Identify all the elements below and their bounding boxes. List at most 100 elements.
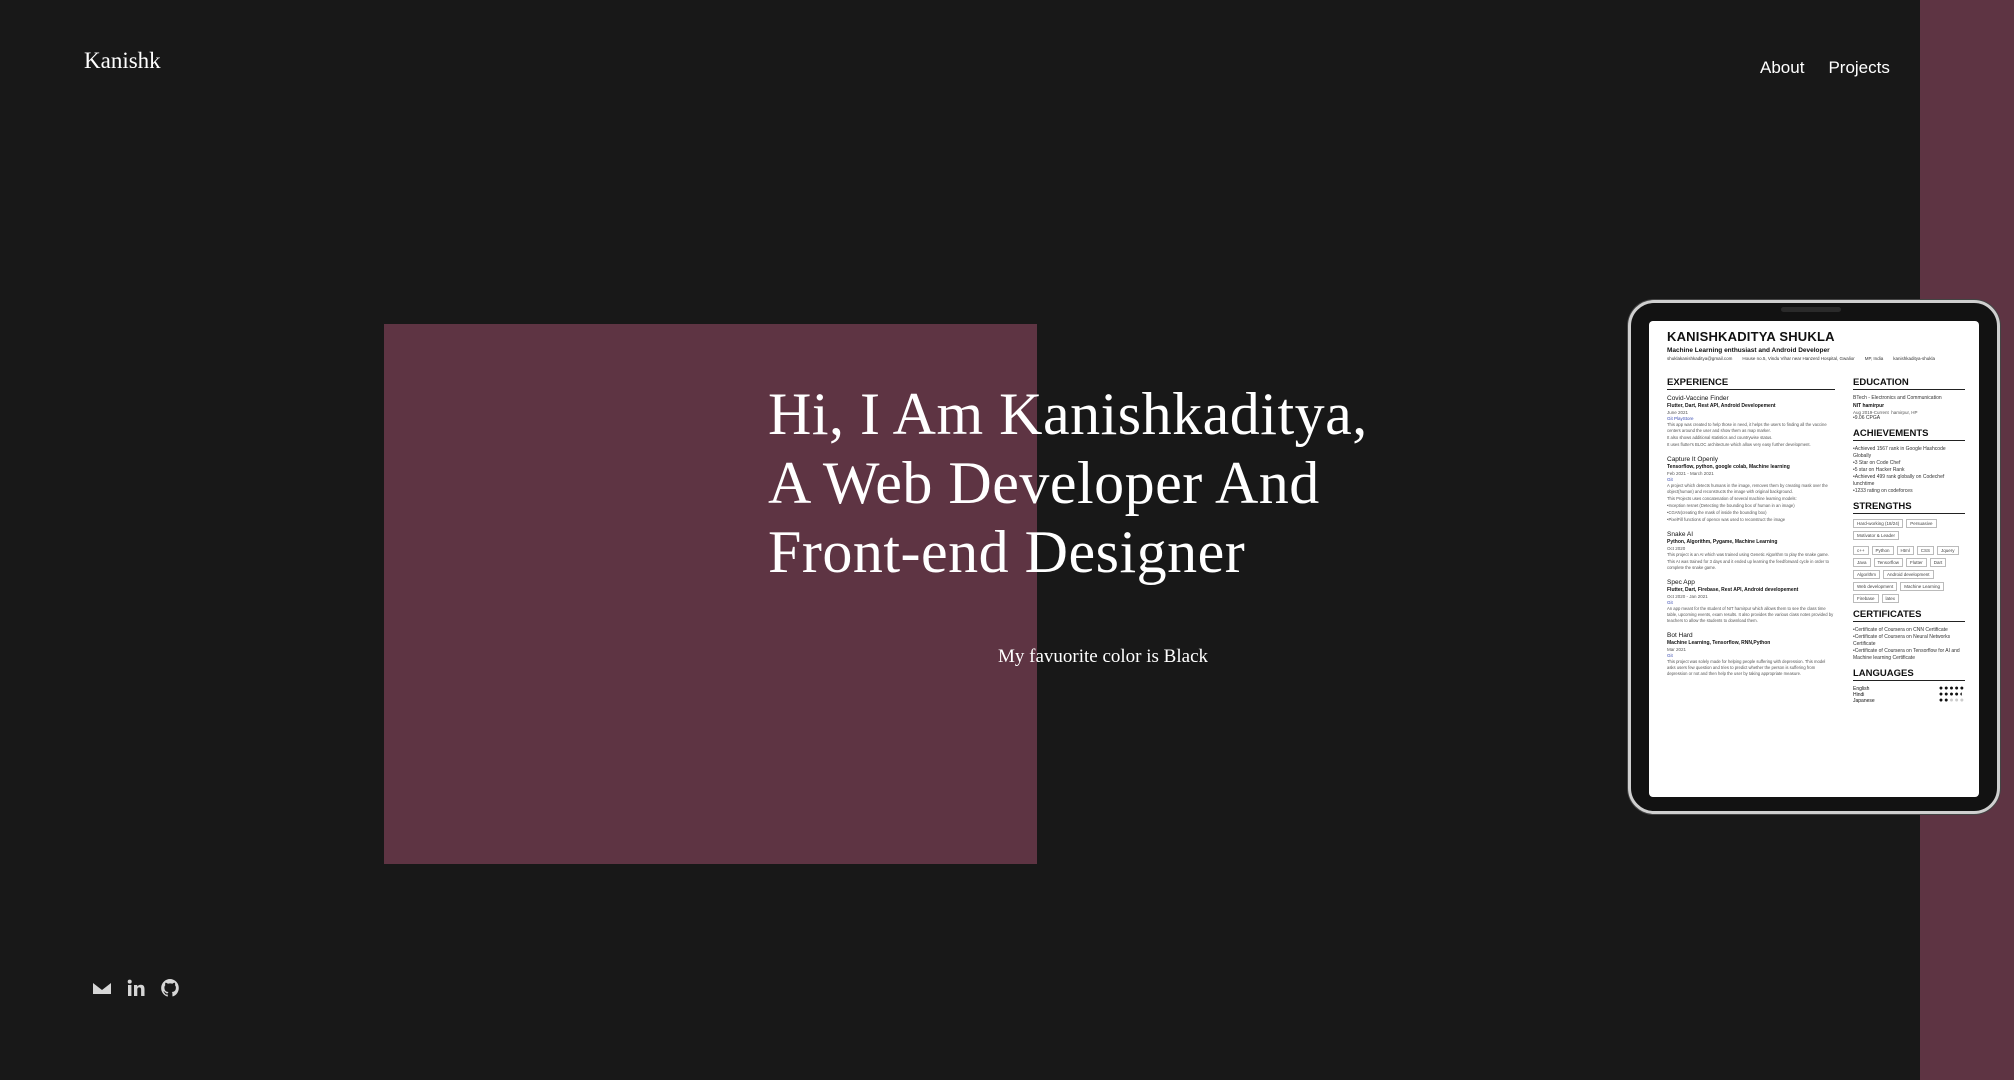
resume-exp-date: Mar 2021 [1667, 647, 1687, 652]
resume-exp-links[interactable]: Git [1667, 653, 1835, 658]
resume-left-column: EXPERIENCE Covid-Vaccine Finder Flutter,… [1667, 377, 1835, 685]
nav-link-about[interactable]: About [1760, 58, 1804, 78]
resume-exp-stack: Python, Algorithm, Pygame, Machine Learn… [1667, 539, 1778, 545]
resume-section-heading: EDUCATION [1853, 377, 1965, 390]
resume-exp-line: This AI was trained for 3 days and it en… [1667, 559, 1830, 570]
resume-experience-item: Bot Hard Machine Learning, Tensorflow, R… [1667, 632, 1835, 677]
resume-achievement: •Achieved 1567 rank in Google Hashcode G… [1853, 446, 1946, 459]
resume-strength-tag: Motivator & Leader [1853, 531, 1900, 540]
resume-exp-line: •Inception resnet (Detecting the boundin… [1667, 503, 1795, 508]
resume-education-place: hamirpur, HP [1891, 410, 1918, 415]
resume-skill-tag: Algorithm [1853, 570, 1881, 579]
resume-strength-tag: Hard-working (18/24) [1853, 519, 1904, 528]
top-nav: About Projects [1760, 58, 1990, 78]
resume-tablet-mockup: KANISHKADITYA SHUKLA Machine Learning en… [1628, 300, 2000, 814]
resume-skill-tag: Tensorflow [1873, 558, 1904, 567]
resume-education-cgpa: •9.06 CPGA [1853, 415, 1881, 421]
resume-skill-tag: Flutter [1906, 558, 1927, 567]
resume-language-row: Japanese ●●●●● [1853, 697, 1965, 704]
resume-skill-tag: Html [1896, 546, 1914, 555]
social-links [92, 978, 180, 998]
resume-exp-line: An app meant for the student of NIT hami… [1667, 606, 1834, 623]
nav-link-projects[interactable]: Projects [1828, 58, 1889, 78]
resume-experience-item: Covid-Vaccine Finder Flutter, Dart, Rest… [1667, 395, 1835, 448]
site-logo[interactable]: Kanishk [84, 48, 161, 74]
resume-exp-stack: Machine Learning, Tensorflow, RNN,Python [1667, 640, 1771, 646]
resume-exp-line: This Projects uses concatenation of seve… [1667, 496, 1797, 501]
resume-skill-tag: c++ [1853, 546, 1869, 555]
resume-exp-line: It uses flutter's BLOC architecture whic… [1667, 442, 1811, 447]
resume-right-column: EDUCATION BTech - Electronics and Commun… [1853, 377, 1965, 704]
resume-strengths: Hard-working (18/24) Persuasive Motivato… [1853, 519, 1965, 540]
hero-title: Hi, I Am Kanishkaditya, A Web Developer … [768, 380, 1488, 587]
resume-exp-line: •CGAN(creating the mask of inside the bo… [1667, 510, 1767, 515]
resume-certificate[interactable]: •Certificate of Coursera on Tensorflow f… [1853, 648, 1965, 662]
resume-achievement: •5 star on Hacker Rank [1853, 467, 1905, 473]
resume-exp-line: A project which detects humans in the im… [1667, 483, 1828, 494]
resume-exp-line: This app was created to help those in ne… [1667, 422, 1827, 433]
resume-certificate[interactable]: •Certificate of Coursera on Neural Netwo… [1853, 634, 1965, 648]
resume-experience-item: Snake AI Python, Algorithm, Pygame, Mach… [1667, 531, 1835, 571]
resume-exp-title: Bot Hard [1667, 632, 1693, 639]
resume-exp-date: Feb 2021 - March 2021 [1667, 471, 1714, 476]
hero-title-line: Hi, I Am Kanishkaditya, [768, 381, 1368, 447]
resume-skill-tag: Python [1871, 546, 1894, 555]
resume-exp-links[interactable]: Git [1667, 600, 1835, 605]
resume-section-heading: CERTIFICATES [1853, 609, 1965, 622]
resume-section-heading: ACHIEVEMENTS [1853, 428, 1965, 441]
resume-section-heading: LANGUAGES [1853, 668, 1965, 681]
resume-section-heading: EXPERIENCE [1667, 377, 1835, 390]
resume-education-degree: BTech - Electronics and Communication [1853, 395, 1942, 401]
resume-exp-date: Oct 2020 - Jan 2021 [1667, 594, 1708, 599]
resume-skill-tag: Web development [1853, 582, 1898, 591]
resume-exp-line: •PixelFill functions of opencv was used … [1667, 517, 1786, 522]
resume-skill-tag: Firebase [1853, 594, 1879, 603]
proficiency-dots-icon: ●●●●● [1938, 697, 1965, 704]
resume-skill-tag: Jquery [1937, 546, 1959, 555]
resume-contact: shuklakanishkaditya@gmail.com House no.5… [1667, 356, 1967, 361]
envelope-icon[interactable] [92, 978, 112, 998]
resume-exp-date: June 2021 [1667, 410, 1689, 415]
resume-exp-date: Oct 2020 [1667, 546, 1686, 551]
resume-exp-title: Capture It Openly [1667, 456, 1718, 463]
resume-tagline: Machine Learning enthusiast and Android … [1667, 347, 1830, 354]
hero-subtitle: My favuorite color is Black [998, 646, 1209, 667]
resume-contact-item: MP, India [1864, 356, 1884, 361]
resume-exp-links[interactable]: Git [1667, 477, 1835, 482]
resume-education-school: NIT hamirpur [1853, 403, 1885, 409]
resume-exp-stack: Flutter, Dart, Rest API, Android Develop… [1667, 403, 1776, 409]
resume-exp-title: Covid-Vaccine Finder [1667, 395, 1729, 402]
resume-name: KANISHKADITYA SHUKLA [1667, 329, 1835, 344]
resume-exp-line: This project is an AI which was trained … [1667, 552, 1829, 557]
github-icon[interactable] [160, 978, 180, 998]
resume-skill-tag: Java [1853, 558, 1871, 567]
resume-skills: c++ Python Html CSS Jquery Java Tensorfl… [1853, 546, 1965, 603]
resume-contact-item: shuklakanishkaditya@gmail.com [1667, 356, 1733, 361]
resume-certificate[interactable]: •Certificate of Coursera on CNN Certific… [1853, 627, 1965, 634]
resume-preview[interactable]: KANISHKADITYA SHUKLA Machine Learning en… [1649, 321, 1979, 797]
linkedin-icon[interactable] [126, 978, 146, 998]
resume-exp-line: This project was solely made for helping… [1667, 659, 1826, 676]
resume-achievement: •1233 rating on codeforces [1853, 488, 1913, 494]
resume-achievement: •3 Star on Code Chef [1853, 460, 1901, 466]
tablet-camera [1781, 307, 1841, 312]
resume-language-name: Japanese [1853, 698, 1875, 704]
resume-strength-tag: Persuasive [1906, 519, 1937, 528]
resume-skill-tag: Android development [1883, 570, 1934, 579]
resume-experience-item: Capture It Openly Tensorflow, python, go… [1667, 456, 1835, 523]
resume-achievement: •Achieved 499 rank globally on Codechef … [1853, 474, 1945, 487]
resume-section-heading: STRENGTHS [1853, 501, 1965, 514]
resume-skill-tag: Dart [1929, 558, 1947, 567]
resume-exp-title: Spec App [1667, 579, 1695, 586]
resume-exp-stack: Flutter, Dart, Firebase, Rest API, Andro… [1667, 587, 1799, 593]
resume-exp-line: It also shows additional statistics and … [1667, 435, 1773, 440]
resume-exp-title: Snake AI [1667, 531, 1694, 538]
resume-experience-item: Spec App Flutter, Dart, Firebase, Rest A… [1667, 579, 1835, 624]
hero-title-line: A Web Developer And [768, 450, 1320, 516]
resume-contact-item: kanishkaditya-shukla [1893, 356, 1935, 361]
resume-exp-links[interactable]: Git PlayStore [1667, 416, 1835, 421]
hero-title-line: Front-end Designer [768, 519, 1246, 585]
resume-skill-tag: latex [1881, 594, 1900, 603]
resume-skill-tag: Machine Learning [1900, 582, 1944, 591]
resume-skill-tag: CSS [1916, 546, 1935, 555]
